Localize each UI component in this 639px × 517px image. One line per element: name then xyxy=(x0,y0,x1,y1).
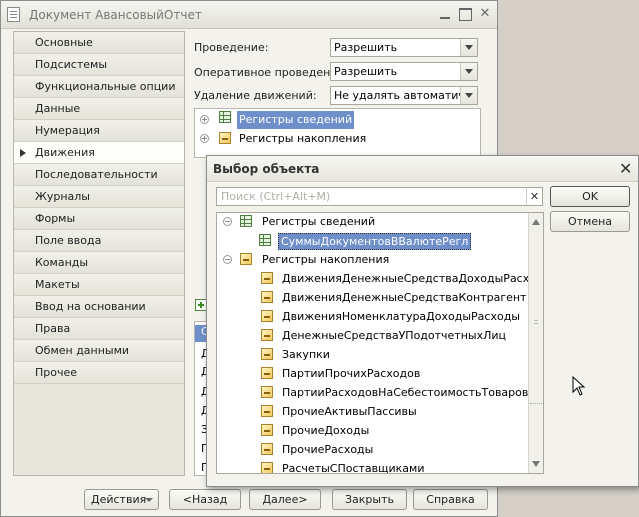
nav-item-input-field[interactable]: Поле ввода xyxy=(14,230,184,252)
posting-select[interactable]: Разрешить xyxy=(330,38,478,57)
actions-button[interactable]: Действия xyxy=(84,489,159,510)
nav-item-sequences[interactable]: Последовательности xyxy=(14,164,184,186)
accumulation-register-icon xyxy=(261,348,273,360)
nav-item-forms[interactable]: Формы xyxy=(14,208,184,230)
accumulation-register-icon xyxy=(261,272,273,284)
chevron-down-icon[interactable] xyxy=(460,87,477,104)
accumulation-register-icon xyxy=(261,405,273,417)
help-button[interactable]: Справка xyxy=(413,489,488,510)
table-icon xyxy=(259,234,271,246)
nav-item-journals[interactable]: Журналы xyxy=(14,186,184,208)
scroll-up-icon[interactable] xyxy=(532,219,540,225)
next-button[interactable]: Далее> xyxy=(249,489,321,510)
tree-item-label: ДвиженияНоменклатураДоходыРасходы xyxy=(282,310,520,323)
nav-item-templates[interactable]: Макеты xyxy=(14,274,184,296)
nav-item-movements[interactable]: Движения xyxy=(14,142,184,164)
delete-movements-value: Не удалять автоматически xyxy=(334,89,478,102)
nav-item-functional-options[interactable]: Функциональные опции xyxy=(14,76,184,98)
object-tree: − Регистры сведений СуммыДокументовВВалю… xyxy=(216,212,544,474)
main-title-bar[interactable]: Документ АвансовыйОтчет ✕ xyxy=(1,1,497,29)
delete-movements-label: Удаление движений: xyxy=(194,89,317,102)
tree-item-label: ПрочиеАктивыПассивы xyxy=(282,405,417,418)
nav-item-subsystems[interactable]: Подсистемы xyxy=(14,54,184,76)
chevron-down-icon[interactable] xyxy=(460,39,477,56)
tree-item-label: ПартииРасходовНаСебестоимостьТоваров xyxy=(282,386,529,399)
collapse-icon[interactable]: − xyxy=(223,217,232,226)
nav-item-numbering[interactable]: Нумерация xyxy=(14,120,184,142)
nav-item-input-based[interactable]: Ввод на основании xyxy=(14,296,184,318)
table-icon xyxy=(219,111,231,123)
nav-item-data-exchange[interactable]: Обмен данными xyxy=(14,340,184,362)
tree-item-label: ДвиженияДенежныеСредстваКонтрагент xyxy=(282,291,527,304)
mouse-cursor-icon xyxy=(572,376,586,396)
ok-button[interactable]: OK xyxy=(550,186,630,207)
nav-item-data[interactable]: Данные xyxy=(14,98,184,120)
back-button[interactable]: <Назад xyxy=(169,489,241,510)
nav-item-basic[interactable]: Основные xyxy=(14,32,184,54)
chevron-down-icon[interactable] xyxy=(460,63,477,80)
expand-icon[interactable]: + xyxy=(200,134,209,143)
posting-value: Разрешить xyxy=(334,41,398,54)
tree-label-accumulation-registers: Регистры накопления xyxy=(239,132,367,145)
accumulation-register-icon xyxy=(261,386,273,398)
accumulation-register-icon xyxy=(261,329,273,341)
cancel-button[interactable]: Отмена xyxy=(550,211,630,232)
tree-item-label: ПрочиеРасходы xyxy=(282,443,374,456)
close-button[interactable]: Закрыть xyxy=(332,489,407,510)
dialog-title: Выбор объекта xyxy=(213,162,320,176)
collapse-icon[interactable]: − xyxy=(223,255,232,264)
dialog-title-bar[interactable]: Выбор объекта ✕ xyxy=(207,156,638,182)
maximize-icon[interactable] xyxy=(457,7,473,21)
search-placeholder: Поиск (Ctrl+Alt+M) xyxy=(221,190,331,203)
realtime-posting-value: Разрешить xyxy=(334,65,398,78)
accumulation-register-icon xyxy=(261,462,273,473)
object-selection-dialog: Выбор объекта ✕ Поиск (Ctrl+Alt+M) ✕ OK … xyxy=(206,155,639,487)
tree-item-label: РасчетыСПоставщиками xyxy=(282,462,425,474)
scroll-grip[interactable] xyxy=(534,320,538,324)
delete-movements-select[interactable]: Не удалять автоматически xyxy=(330,86,478,105)
clear-icon[interactable]: ✕ xyxy=(526,188,542,205)
vertical-scrollbar[interactable] xyxy=(528,213,543,473)
tree-item-label: Закупки xyxy=(282,348,330,361)
tree-label-accumulation-registers: Регистры накопления xyxy=(262,253,390,266)
tree-item-label: ДвиженияДенежныеСредстваДоходыРасходы xyxy=(282,272,544,285)
realtime-posting-select[interactable]: Разрешить xyxy=(330,62,478,81)
section-nav: Основные Подсистемы Функциональные опции… xyxy=(13,31,185,476)
register-tree: + Регистры сведений + Регистры накоплени… xyxy=(194,108,481,158)
search-input[interactable]: Поиск (Ctrl+Alt+M) ✕ xyxy=(216,187,543,206)
nav-item-other[interactable]: Прочее xyxy=(14,362,184,384)
tree-item-label: ДенежныеСредстваУПодотчетныхЛиц xyxy=(282,329,507,342)
tree-label-info-registers: Регистры сведений xyxy=(237,111,355,129)
tree-item-label: ПартииПрочихРасходов xyxy=(282,367,421,380)
posting-label: Проведение: xyxy=(194,41,269,54)
scroll-thumb[interactable] xyxy=(530,403,542,405)
actions-button-label: Действия xyxy=(91,493,147,506)
expand-icon[interactable]: + xyxy=(200,115,209,124)
tree-item-label: ПрочиеДоходы xyxy=(282,424,370,437)
chevron-down-icon xyxy=(145,498,153,502)
accumulation-register-icon xyxy=(261,310,273,322)
minimize-icon[interactable] xyxy=(437,7,453,21)
accumulation-register-icon xyxy=(219,132,231,144)
realtime-posting-label: Оперативное проведение: xyxy=(194,66,348,79)
nav-item-rights[interactable]: Права xyxy=(14,318,184,340)
accumulation-register-icon xyxy=(261,291,273,303)
tree-item-label: СуммыДокументовВВалютеРегл xyxy=(278,233,472,250)
close-icon[interactable]: ✕ xyxy=(619,159,632,178)
accumulation-register-icon xyxy=(261,367,273,379)
accumulation-register-icon xyxy=(261,443,273,455)
accumulation-register-icon xyxy=(240,253,252,265)
nav-item-commands[interactable]: Команды xyxy=(14,252,184,274)
document-icon xyxy=(7,7,20,22)
close-icon[interactable]: ✕ xyxy=(477,7,493,21)
scroll-down-icon[interactable] xyxy=(532,461,540,467)
tree-label-info-registers: Регистры сведений xyxy=(262,215,376,228)
table-icon xyxy=(240,215,252,227)
main-window-title: Документ АвансовыйОтчет xyxy=(29,8,202,22)
accumulation-register-icon xyxy=(261,424,273,436)
